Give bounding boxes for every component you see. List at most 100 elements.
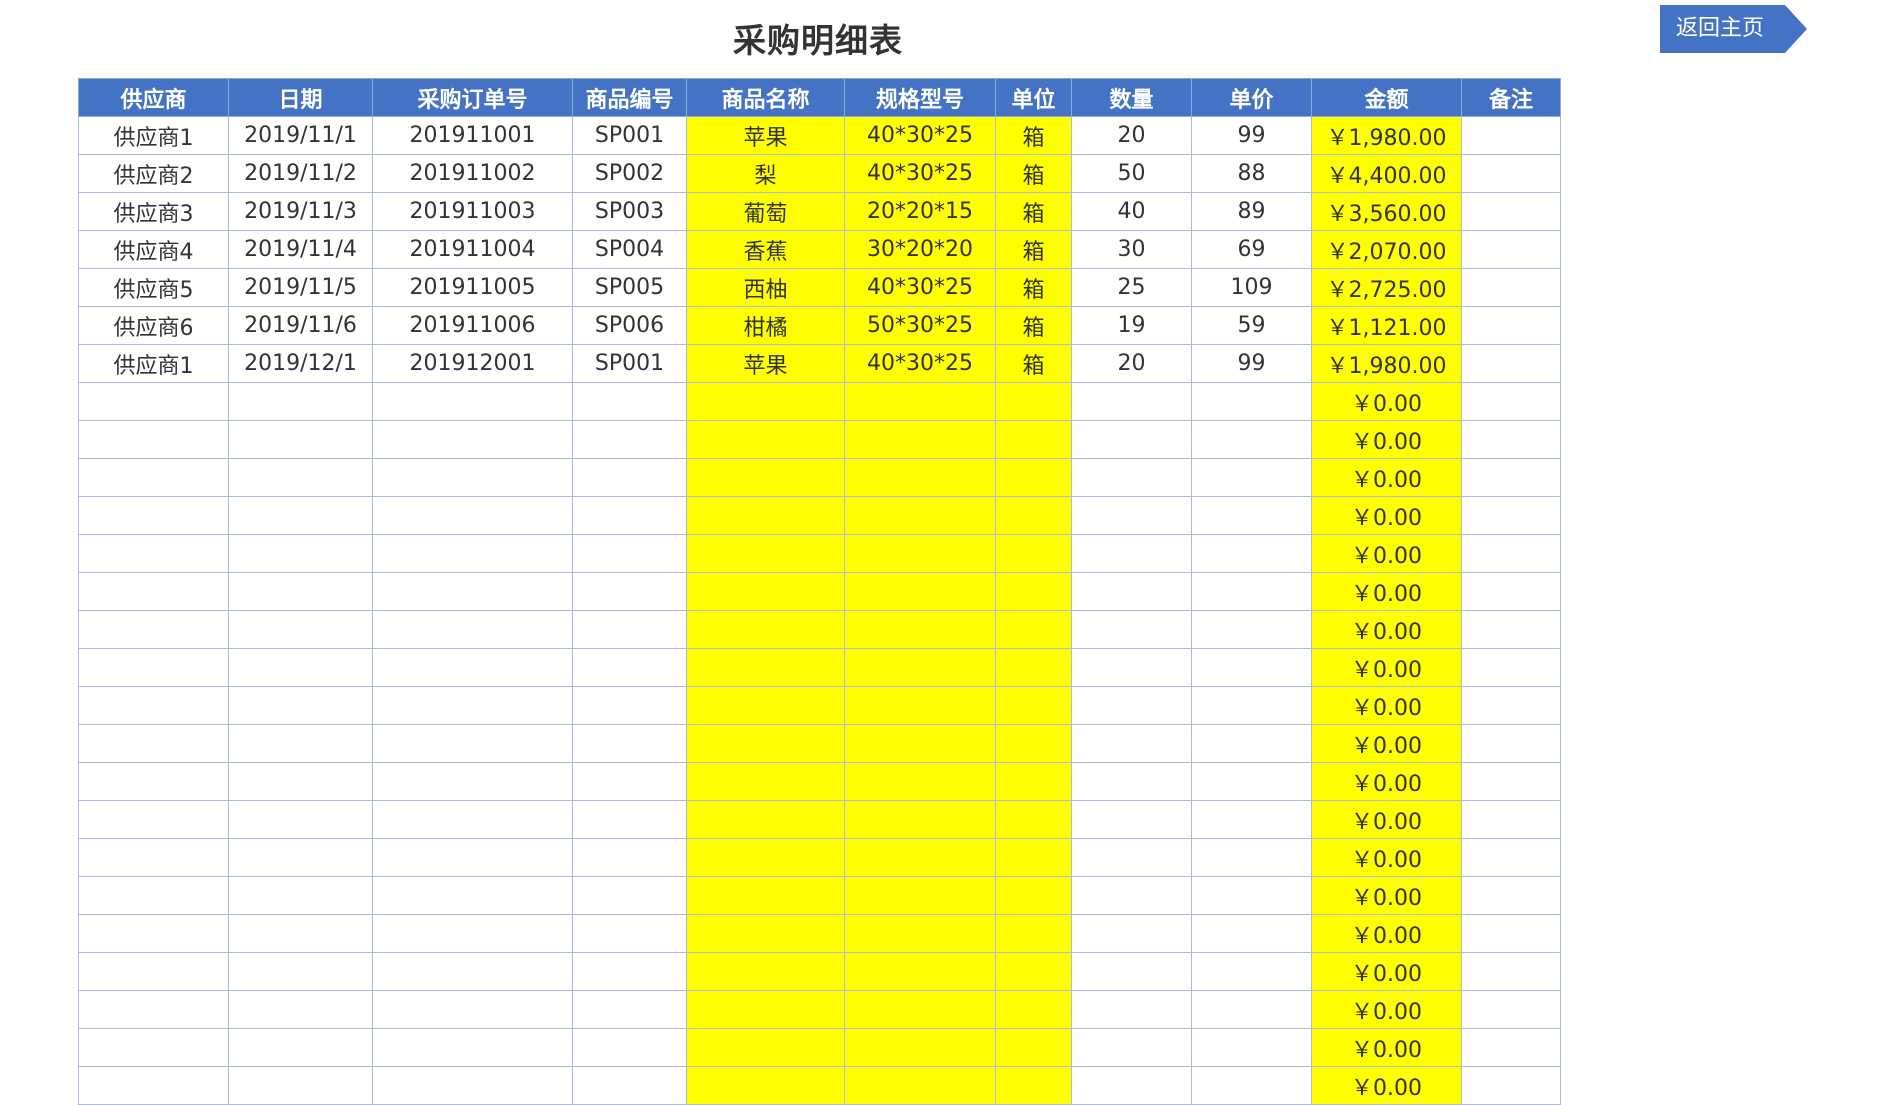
cell-unit[interactable] — [995, 648, 1072, 687]
cell-date[interactable] — [228, 534, 373, 573]
cell-product-name[interactable]: 西柚 — [686, 268, 845, 307]
cell-unit[interactable] — [995, 534, 1072, 573]
cell-spec[interactable]: 50*30*25 — [844, 306, 996, 345]
cell-po-number[interactable] — [372, 420, 573, 459]
cell-product-name[interactable] — [686, 420, 845, 459]
cell-quantity[interactable]: 19 — [1071, 306, 1192, 345]
cell-spec[interactable] — [844, 496, 996, 535]
cell-unit-price[interactable] — [1191, 458, 1312, 497]
cell-unit[interactable] — [995, 496, 1072, 535]
cell-date[interactable] — [228, 914, 373, 953]
cell-remarks[interactable] — [1461, 420, 1561, 459]
cell-remarks[interactable] — [1461, 154, 1561, 193]
cell-amount[interactable]: ￥0.00 — [1311, 1028, 1462, 1067]
cell-date[interactable] — [228, 610, 373, 649]
cell-remarks[interactable] — [1461, 1066, 1561, 1105]
cell-unit-price[interactable] — [1191, 648, 1312, 687]
cell-product-code[interactable]: SP001 — [572, 116, 687, 155]
cell-supplier[interactable] — [78, 952, 229, 991]
cell-amount[interactable]: ￥0.00 — [1311, 762, 1462, 801]
cell-unit[interactable]: 箱 — [995, 306, 1072, 345]
cell-product-name[interactable] — [686, 800, 845, 839]
cell-product-name[interactable] — [686, 686, 845, 725]
cell-quantity[interactable] — [1071, 1066, 1192, 1105]
cell-supplier[interactable]: 供应商6 — [78, 306, 229, 345]
cell-unit-price[interactable] — [1191, 990, 1312, 1029]
cell-supplier[interactable] — [78, 420, 229, 459]
column-header-remarks[interactable]: 备注 — [1461, 78, 1561, 117]
back-to-home-button[interactable]: 返回主页 — [1660, 5, 1807, 53]
cell-spec[interactable] — [844, 534, 996, 573]
cell-amount[interactable]: ￥3,560.00 — [1311, 192, 1462, 231]
cell-product-code[interactable] — [572, 876, 687, 915]
cell-amount[interactable]: ￥0.00 — [1311, 534, 1462, 573]
cell-remarks[interactable] — [1461, 572, 1561, 611]
cell-unit[interactable]: 箱 — [995, 268, 1072, 307]
cell-unit-price[interactable] — [1191, 420, 1312, 459]
cell-supplier[interactable]: 供应商2 — [78, 154, 229, 193]
cell-remarks[interactable] — [1461, 116, 1561, 155]
cell-unit-price[interactable] — [1191, 800, 1312, 839]
cell-supplier[interactable] — [78, 1028, 229, 1067]
cell-po-number[interactable] — [372, 610, 573, 649]
cell-supplier[interactable] — [78, 724, 229, 763]
cell-product-name[interactable] — [686, 1066, 845, 1105]
cell-date[interactable]: 2019/11/6 — [228, 306, 373, 345]
cell-product-name[interactable] — [686, 876, 845, 915]
cell-po-number[interactable] — [372, 914, 573, 953]
cell-date[interactable] — [228, 952, 373, 991]
cell-amount[interactable]: ￥1,980.00 — [1311, 344, 1462, 383]
cell-product-code[interactable] — [572, 420, 687, 459]
cell-date[interactable]: 2019/11/5 — [228, 268, 373, 307]
cell-unit[interactable] — [995, 572, 1072, 611]
cell-spec[interactable] — [844, 990, 996, 1029]
cell-remarks[interactable] — [1461, 306, 1561, 345]
cell-unit-price[interactable] — [1191, 382, 1312, 421]
column-header-product-name[interactable]: 商品名称 — [686, 78, 845, 117]
cell-remarks[interactable] — [1461, 610, 1561, 649]
cell-amount[interactable]: ￥0.00 — [1311, 458, 1462, 497]
cell-product-name[interactable]: 葡萄 — [686, 192, 845, 231]
cell-unit-price[interactable] — [1191, 952, 1312, 991]
cell-date[interactable] — [228, 1066, 373, 1105]
cell-unit-price[interactable] — [1191, 572, 1312, 611]
cell-date[interactable] — [228, 572, 373, 611]
cell-supplier[interactable] — [78, 648, 229, 687]
cell-unit[interactable]: 箱 — [995, 116, 1072, 155]
cell-spec[interactable] — [844, 876, 996, 915]
cell-amount[interactable]: ￥0.00 — [1311, 610, 1462, 649]
cell-quantity[interactable]: 40 — [1071, 192, 1192, 231]
cell-product-name[interactable] — [686, 762, 845, 801]
cell-supplier[interactable] — [78, 496, 229, 535]
cell-product-code[interactable] — [572, 572, 687, 611]
cell-unit[interactable] — [995, 838, 1072, 877]
cell-date[interactable] — [228, 876, 373, 915]
cell-unit-price[interactable]: 59 — [1191, 306, 1312, 345]
cell-product-name[interactable]: 柑橘 — [686, 306, 845, 345]
cell-amount[interactable]: ￥0.00 — [1311, 876, 1462, 915]
cell-unit-price[interactable]: 88 — [1191, 154, 1312, 193]
cell-amount[interactable]: ￥2,070.00 — [1311, 230, 1462, 269]
cell-amount[interactable]: ￥4,400.00 — [1311, 154, 1462, 193]
cell-remarks[interactable] — [1461, 496, 1561, 535]
cell-date[interactable] — [228, 724, 373, 763]
cell-date[interactable] — [228, 1028, 373, 1067]
cell-quantity[interactable]: 25 — [1071, 268, 1192, 307]
cell-quantity[interactable] — [1071, 458, 1192, 497]
cell-po-number[interactable] — [372, 838, 573, 877]
column-header-spec[interactable]: 规格型号 — [844, 78, 996, 117]
cell-product-name[interactable] — [686, 496, 845, 535]
cell-unit-price[interactable] — [1191, 838, 1312, 877]
cell-spec[interactable] — [844, 838, 996, 877]
cell-unit[interactable] — [995, 382, 1072, 421]
cell-quantity[interactable]: 50 — [1071, 154, 1192, 193]
cell-date[interactable]: 2019/12/1 — [228, 344, 373, 383]
cell-supplier[interactable] — [78, 686, 229, 725]
cell-remarks[interactable] — [1461, 192, 1561, 231]
cell-unit[interactable] — [995, 458, 1072, 497]
cell-product-code[interactable] — [572, 724, 687, 763]
cell-quantity[interactable] — [1071, 724, 1192, 763]
cell-unit[interactable] — [995, 952, 1072, 991]
cell-quantity[interactable] — [1071, 990, 1192, 1029]
cell-product-name[interactable] — [686, 952, 845, 991]
